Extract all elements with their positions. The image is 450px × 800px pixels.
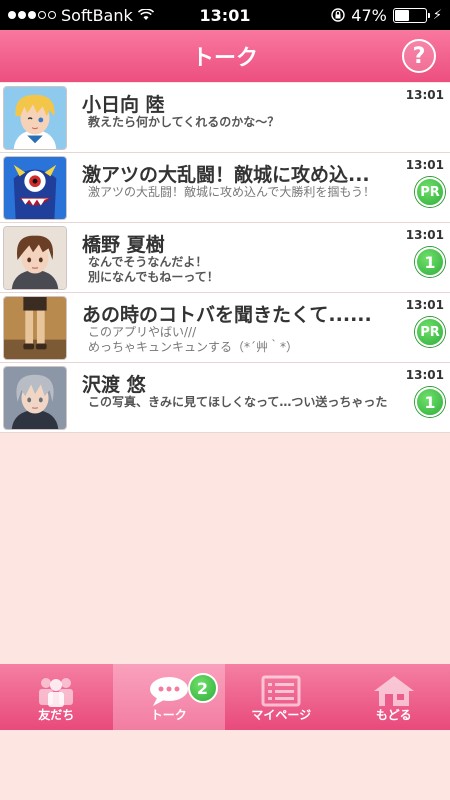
talk-time: 13:01 (405, 158, 444, 172)
tab-mypage[interactable]: マイページ (225, 664, 338, 730)
charging-icon: ⚡ (432, 7, 442, 23)
talk-time: 13:01 (405, 228, 444, 242)
talk-preview: 教えたら何かしてくれるのかな～？ (88, 115, 280, 129)
talk-name: 沢渡 悠 (82, 374, 146, 396)
talk-row[interactable]: 小日向 陸教えたら何かしてくれるのかな～？ 13:01 (0, 83, 450, 153)
tab-back[interactable]: もどる (338, 664, 450, 730)
signal-strength-icon (8, 11, 56, 19)
pr-badge: PR (415, 317, 445, 347)
talk-row[interactable]: 沢渡 悠この写真、きみに見てほしくなって…つい送っちゃった 13:01 1 (0, 363, 450, 433)
tab-label: トーク (150, 708, 187, 722)
talk-preview: この写真、きみに見てほしくなって…つい送っちゃった (88, 395, 388, 409)
battery-fill (394, 9, 409, 21)
rotation-lock-icon (331, 8, 345, 22)
tab-notification-badge: 2 (187, 673, 218, 703)
status-bar: SoftBank 13:01 47% ⚡ (0, 0, 450, 30)
blue-monster-avatar (3, 156, 67, 220)
status-right: 47% ⚡ (331, 6, 442, 25)
talk-preview: なんでそうなんだよ！ 別になんでもねーって！ (88, 255, 219, 284)
tab-bar: 友だち 2 トーク マイページ もどる (0, 664, 450, 730)
talk-time: 13:01 (405, 88, 444, 102)
help-button[interactable]: ? (402, 39, 436, 73)
battery-percent: 47% (351, 5, 387, 25)
talk-preview: 激アツの大乱闘！敵城に攻め込んで大勝利を掴もう！ (88, 185, 376, 199)
talk-name: 小日向 陸 (82, 94, 165, 116)
talk-time: 13:01 (405, 298, 444, 312)
battery-icon (392, 7, 430, 23)
tab-label: マイページ (251, 708, 312, 722)
page-title: トーク (191, 46, 258, 71)
talk-name: 橋野 夏樹 (82, 234, 165, 256)
wifi-icon (137, 9, 154, 20)
unread-badge: 1 (415, 247, 445, 277)
status-left: SoftBank (8, 6, 154, 25)
home-icon (372, 674, 416, 708)
pr-badge: PR (415, 177, 445, 207)
tab-label: もどる (375, 708, 412, 722)
blond-boy-avatar (3, 86, 67, 150)
talk-preview: このアプリやばい/// めっちゃキュンキュンする（*´艸｀*） (88, 325, 299, 354)
talk-row[interactable]: 激アツの大乱闘！敵城に攻め込... 激アツの大乱闘！敵城に攻め込んで大勝利を掴もう… (0, 153, 450, 223)
tab-talk[interactable]: 2 トーク (112, 664, 225, 730)
legs-photo-avatar (3, 296, 67, 360)
carrier-label: SoftBank (61, 5, 133, 25)
brown-hair-boy-avatar (3, 226, 67, 290)
talk-time: 13:01 (405, 368, 444, 382)
list-icon (259, 674, 303, 708)
talk-row[interactable]: 橋野 夏樹 なんでそうなんだよ！ 別になんでもねーって！ 13:01 1 (0, 223, 450, 293)
talk-name: 激アツの大乱闘！敵城に攻め込... (82, 164, 370, 186)
chat-bubble-icon (147, 674, 191, 708)
tab-friends[interactable]: 友だち (0, 664, 113, 730)
grey-hair-boy-avatar (3, 366, 67, 430)
tab-label: 友だち (38, 708, 75, 722)
people-icon (34, 674, 78, 708)
header: トーク ? (0, 30, 450, 82)
talk-list: 小日向 陸教えたら何かしてくれるのかな～？ 13:01 激アツの大乱闘！敵城に攻め込… (0, 83, 450, 433)
talk-name: あの時のコトバを聞きたくて...... (82, 304, 372, 326)
unread-badge: 1 (415, 387, 445, 417)
talk-row[interactable]: あの時のコトバを聞きたくて...... このアプリやばい/// めっちゃキュンキュ… (0, 293, 450, 363)
